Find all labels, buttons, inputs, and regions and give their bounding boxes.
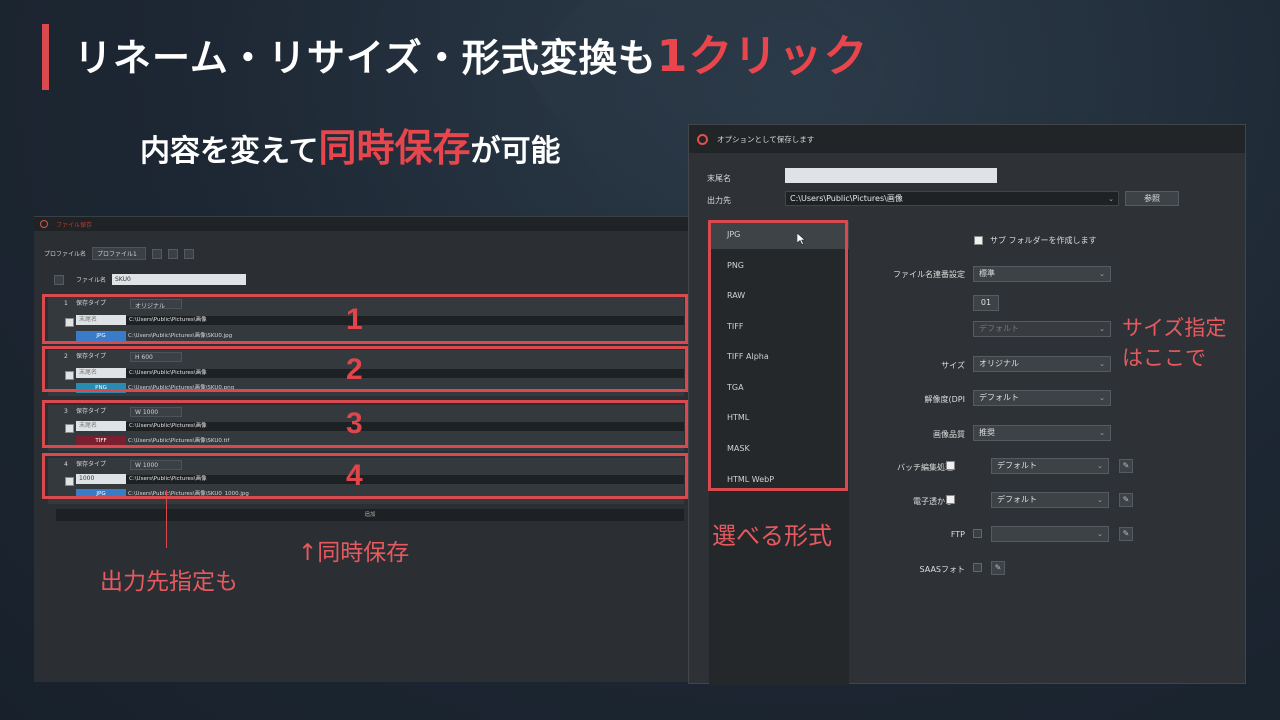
filename-row: ファイル名 SKU0 [54, 274, 247, 285]
annotation-size-line2: はここで [1122, 346, 1206, 370]
watermark-value: デフォルト [997, 495, 1037, 504]
watermark-select[interactable]: デフォルト ⌄ [991, 492, 1109, 508]
title-accent-bar [42, 24, 49, 90]
chevron-down-icon: ⌄ [1099, 325, 1105, 333]
profile-select[interactable]: プロファイル1 [92, 247, 147, 260]
window-titlebar: オプションとして保存します [689, 125, 1245, 153]
chevron-down-icon: ⌄ [1099, 394, 1105, 402]
copy-profile-icon[interactable] [168, 248, 179, 259]
chevron-down-icon: ⌄ [1108, 195, 1114, 203]
ftp-checkbox[interactable] [973, 529, 982, 538]
title-accent: 1クリック [656, 31, 869, 82]
ftp-label: FTP [950, 530, 965, 539]
highlight-box-row-4 [42, 453, 688, 499]
size-value: オリジナル [979, 359, 1019, 368]
highlight-box-row-3 [42, 400, 688, 448]
chevron-down-icon: ⌄ [1097, 530, 1103, 538]
watermark-settings-wrench-icon[interactable]: ✎ [1119, 493, 1133, 507]
subtitle-accent: 同時保存 [318, 126, 471, 170]
profile-label: プロファイル名 [44, 251, 87, 258]
chevron-down-icon: ⌄ [1097, 462, 1103, 470]
serial-label: ファイル名連番設定 [893, 270, 965, 279]
browse-button[interactable]: 参照 [1125, 191, 1179, 206]
serial-start-input[interactable]: 01 [973, 295, 999, 311]
subfolder-checkbox[interactable] [974, 236, 983, 245]
serial-value: 標準 [979, 269, 995, 278]
subfolder-label: サブ フォルダーを作成します [990, 236, 1097, 245]
subtitle-post: が可能 [470, 134, 561, 169]
batch-select[interactable]: デフォルト ⌄ [991, 458, 1109, 474]
filename-label: ファイル名 [76, 277, 107, 284]
add-row-button[interactable]: 追加 [56, 509, 684, 521]
window-title: ファイル保存 [56, 221, 93, 229]
chevron-down-icon: ⌄ [1097, 496, 1103, 504]
saas-label: SAASフォト [919, 565, 965, 574]
quality-label: 画像品質 [933, 430, 965, 439]
annotation-output-destination: 出力先指定も [100, 569, 238, 595]
annotation-number-1: 1 [346, 303, 363, 336]
window-title: オプションとして保存します [717, 134, 815, 144]
size-label: サイズ [941, 361, 965, 370]
app-logo-icon [697, 133, 708, 145]
chevron-down-icon: ⌄ [1099, 429, 1105, 437]
size-select[interactable]: オリジナル ⌄ [973, 356, 1111, 372]
subtitle-pre: 内容を変えて [140, 134, 319, 169]
saas-checkbox[interactable] [973, 563, 982, 572]
suffix-label: 末尾名 [707, 174, 731, 183]
dpi-value: デフォルト [979, 393, 1019, 402]
ftp-select[interactable]: ⌄ [991, 526, 1109, 542]
annotation-pointer-line [166, 490, 167, 548]
profile-row: プロファイル名 プロファイル1 [44, 247, 195, 260]
annotation-size-line1: サイズ指定 [1122, 316, 1227, 340]
slide-subtitle: 内容を変えて同時保存が可能 [140, 120, 561, 180]
saas-settings-wrench-icon[interactable]: ✎ [991, 561, 1005, 575]
chevron-down-icon: ⌄ [1099, 270, 1105, 278]
batch-settings-wrench-icon[interactable]: ✎ [1119, 459, 1133, 473]
batch-label: バッチ編集処理 [897, 463, 953, 472]
title-main: リネーム・リサイズ・形式変換も [74, 36, 657, 80]
save-profile-icon[interactable] [152, 248, 163, 259]
quality-select[interactable]: 推奨 ⌄ [973, 425, 1111, 441]
ftp-settings-wrench-icon[interactable]: ✎ [1119, 527, 1133, 541]
highlight-box-row-1 [42, 294, 688, 344]
app-logo-icon [40, 220, 48, 228]
disabled-select: デフォルト ⌄ [973, 321, 1111, 337]
rename-options-icon[interactable] [54, 274, 64, 285]
output-path-value: C:\Users\Public\Pictures\画像 [790, 194, 903, 203]
dpi-select[interactable]: デフォルト ⌄ [973, 390, 1111, 406]
annotation-formats: 選べる形式 [712, 522, 832, 550]
output-path-select[interactable]: C:\Users\Public\Pictures\画像 ⌄ [785, 191, 1119, 206]
filename-input[interactable]: SKU0 [112, 274, 247, 285]
highlight-box-row-2 [42, 346, 688, 392]
file-save-window: ファイル保存 プロファイル名 プロファイル1 ファイル名 SKU0 1 保存タイ… [34, 216, 688, 682]
delete-profile-icon[interactable] [184, 248, 195, 259]
slide-title: リネーム・リサイズ・形式変換も1クリック [74, 26, 868, 88]
highlight-box-formats [708, 220, 848, 491]
annotation-simultaneous-save: ↑同時保存 [298, 540, 410, 566]
window-titlebar: ファイル保存 [34, 217, 688, 231]
serial-select[interactable]: 標準 ⌄ [973, 266, 1111, 282]
annotation-number-3: 3 [346, 407, 363, 440]
quality-value: 推奨 [979, 428, 995, 437]
chevron-down-icon: ⌄ [1099, 360, 1105, 368]
watermark-checkbox[interactable] [946, 495, 955, 504]
batch-value: デフォルト [997, 461, 1037, 470]
annotation-number-2: 2 [346, 353, 363, 386]
disabled-value: デフォルト [979, 324, 1019, 333]
annotation-number-4: 4 [346, 459, 363, 492]
output-label: 出力先 [707, 196, 731, 205]
dpi-label: 解像度(DPI [924, 395, 965, 404]
suffix-input[interactable] [785, 168, 997, 183]
batch-checkbox[interactable] [946, 461, 955, 470]
